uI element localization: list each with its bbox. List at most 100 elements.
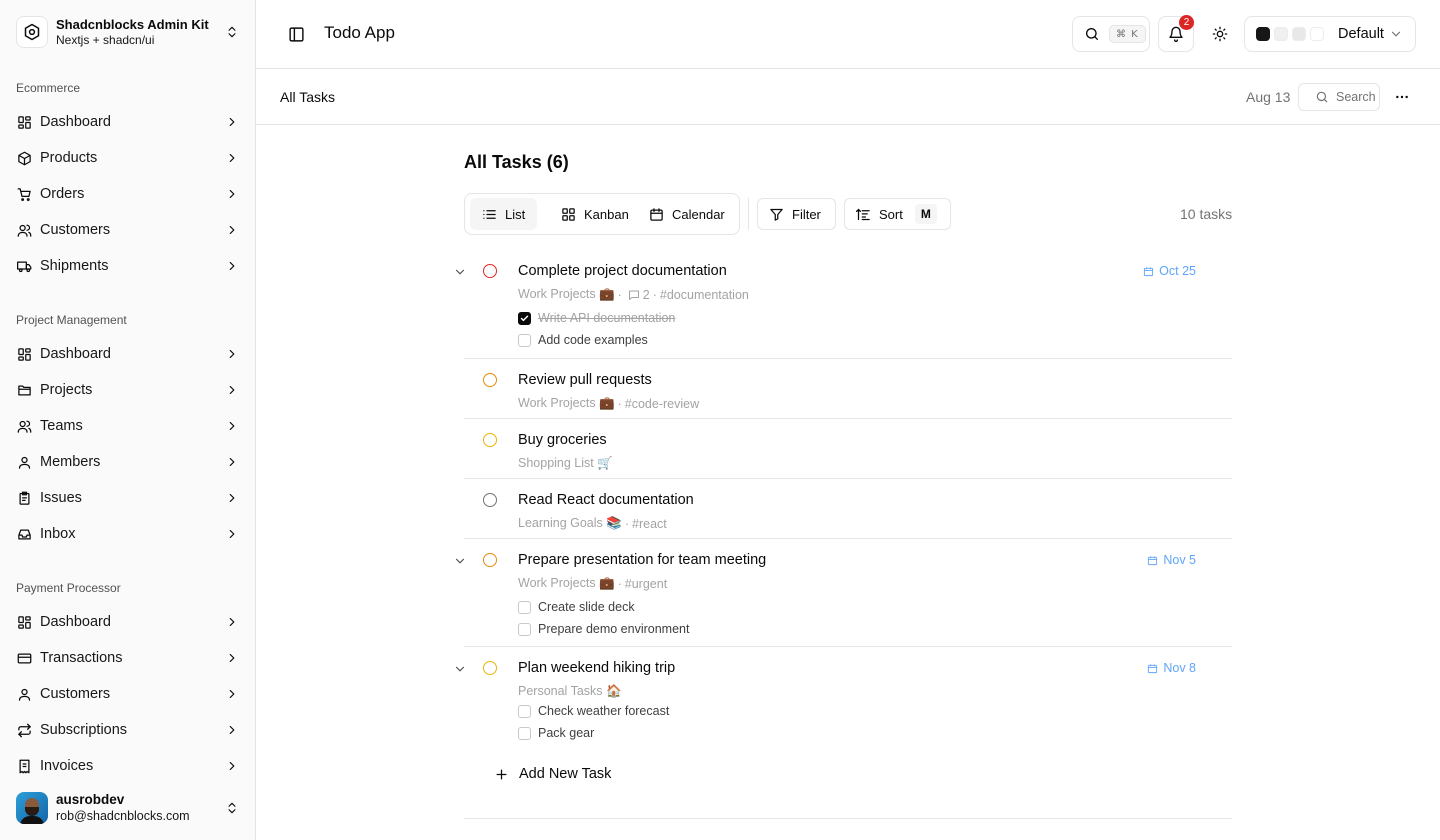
- sidebar-toggle-icon[interactable]: [284, 24, 308, 44]
- sidebar-item-pp-dashboard[interactable]: Dashboard: [8, 604, 248, 640]
- due-label: Oct 25: [1159, 264, 1196, 278]
- more-options-icon[interactable]: [1390, 87, 1414, 107]
- chevron-down-icon[interactable]: [452, 661, 468, 677]
- sidebar-item-label: Invoices: [40, 758, 94, 774]
- sidebar-item-ecommerce-dashboard[interactable]: Dashboard: [8, 104, 248, 140]
- task-status-circle[interactable]: [483, 373, 497, 387]
- group-label: Payment Processor: [16, 581, 121, 595]
- subtask-item[interactable]: Create slide deck: [518, 599, 635, 615]
- notification-badge: 2: [1179, 15, 1194, 30]
- task-title: Complete project documentation: [518, 263, 727, 279]
- sidebar-item-customers[interactable]: Customers: [8, 212, 248, 248]
- sidebar-item-teams[interactable]: Teams: [8, 408, 248, 444]
- task-tag: #react: [632, 516, 667, 531]
- subtask-item[interactable]: Check weather forecast: [518, 703, 669, 719]
- task-row[interactable]: Plan weekend hiking trip Personal Tasks …: [455, 647, 1232, 747]
- sidebar-item-label: Issues: [40, 490, 82, 506]
- subtask-label: Add code examples: [538, 333, 648, 347]
- sidebar-item-issues[interactable]: Issues: [8, 480, 248, 516]
- task-status-circle[interactable]: [483, 553, 497, 567]
- tab-list[interactable]: List: [470, 198, 538, 230]
- sidebar-item-pm-dashboard[interactable]: Dashboard: [8, 336, 248, 372]
- subtask-checkbox[interactable]: [518, 704, 531, 718]
- calendar-icon: [1147, 555, 1158, 566]
- search-shortcut: ⌘ K: [1109, 25, 1146, 43]
- sidebar-item-label: Projects: [40, 382, 93, 398]
- sort-icon: [856, 207, 871, 222]
- task-status-circle[interactable]: [483, 264, 497, 278]
- subtask-item[interactable]: Prepare demo environment: [518, 621, 689, 637]
- task-project: Learning Goals 📚: [518, 516, 622, 530]
- task-row[interactable]: Buy groceries Shopping List 🛒: [464, 419, 1232, 479]
- chevron-right-icon: [224, 150, 240, 166]
- sidebar-item-subscriptions[interactable]: Subscriptions: [8, 712, 248, 748]
- sort-label: Sort: [879, 206, 903, 222]
- task-row[interactable]: Review pull requests Work Projects 💼 · #…: [464, 359, 1232, 419]
- task-meta: Work Projects 💼 · 2 · #documentation: [518, 287, 749, 302]
- task-status-circle[interactable]: [483, 433, 497, 447]
- chevron-down-icon[interactable]: [452, 553, 468, 569]
- subtask-label: Prepare demo environment: [538, 622, 690, 636]
- tab-calendar[interactable]: Calendar: [637, 198, 737, 230]
- sidebar-item-inbox[interactable]: Inbox: [8, 516, 248, 552]
- subtask-label: Pack gear: [538, 726, 595, 740]
- tab-label: List: [505, 206, 526, 222]
- sidebar-item-label: Transactions: [40, 650, 123, 666]
- subtask-item[interactable]: Pack gear: [518, 725, 594, 741]
- task-row[interactable]: Prepare presentation for team meeting Wo…: [455, 539, 1232, 647]
- task-due-date: Oct 25: [1143, 264, 1196, 278]
- subtask-label: Create slide deck: [538, 600, 635, 614]
- task-search-button[interactable]: Search: [1298, 83, 1380, 111]
- sidebar-item-transactions[interactable]: Transactions: [8, 640, 248, 676]
- theme-label: Default: [1338, 26, 1384, 42]
- subtask-checkbox[interactable]: [518, 600, 531, 614]
- sidebar-item-pp-customers[interactable]: Customers: [8, 676, 248, 712]
- subtask-item[interactable]: Add code examples: [518, 332, 648, 348]
- sidebar-item-products[interactable]: Products: [8, 140, 248, 176]
- receipt-icon: [16, 758, 32, 774]
- sidebar-item-orders[interactable]: Orders: [8, 176, 248, 212]
- filter-button[interactable]: Filter: [757, 198, 836, 230]
- task-row[interactable]: Read React documentation Learning Goals …: [464, 479, 1232, 539]
- subtask-checkbox[interactable]: [518, 622, 531, 636]
- user-menu[interactable]: ausrobdev rob@shadcnblocks.com: [8, 784, 248, 832]
- credit-card-icon: [16, 650, 32, 666]
- nav-group-payment-processor: Payment Processor Dashboard Transactions…: [8, 572, 248, 784]
- task-row[interactable]: Complete project documentation Work Proj…: [455, 250, 1232, 359]
- tab-kanban[interactable]: Kanban: [549, 198, 641, 230]
- chevron-right-icon: [224, 258, 240, 274]
- subtask-item[interactable]: Write API documentation: [518, 310, 675, 326]
- sidebar-item-projects[interactable]: Projects: [8, 372, 248, 408]
- task-tag: #urgent: [624, 576, 668, 591]
- sidebar-item-shipments[interactable]: Shipments: [8, 248, 248, 284]
- sidebar-item-members[interactable]: Members: [8, 444, 248, 480]
- settings-logo-icon: [16, 16, 48, 48]
- brand-title: Shadcnblocks Admin Kit: [56, 16, 209, 32]
- subtask-checkbox[interactable]: [518, 333, 531, 347]
- chevron-right-icon: [224, 114, 240, 130]
- task-count: 10 tasks: [1180, 206, 1233, 222]
- sidebar-item-label: Teams: [40, 418, 83, 434]
- sidebar-item-label: Dashboard: [40, 346, 111, 362]
- calendar-icon: [1143, 266, 1154, 277]
- chevron-right-icon: [224, 686, 240, 702]
- global-search-button[interactable]: ⌘ K: [1072, 16, 1150, 52]
- add-task-button[interactable]: Add New Task: [494, 764, 611, 784]
- subtask-checkbox[interactable]: [518, 726, 531, 740]
- task-status-circle[interactable]: [483, 493, 497, 507]
- team-switcher[interactable]: Shadcnblocks Admin Kit Nextjs + shadcn/u…: [8, 8, 248, 56]
- sidebar-item-invoices[interactable]: Invoices: [8, 748, 248, 784]
- theme-select[interactable]: Default: [1244, 16, 1416, 52]
- chevron-down-icon: [1388, 26, 1404, 42]
- task-title: Plan weekend hiking trip: [518, 660, 676, 676]
- task-project: Work Projects 💼: [518, 396, 615, 410]
- sort-button[interactable]: Sort M: [844, 198, 951, 230]
- sidebar-item-label: Shipments: [40, 258, 109, 274]
- chevron-down-icon[interactable]: [452, 264, 468, 280]
- brand-subtitle: Nextjs + shadcn/ui: [56, 32, 155, 47]
- nav-group-ecommerce: Ecommerce Dashboard Products Orders Cust…: [8, 72, 248, 284]
- task-project: Work Projects 💼: [518, 576, 615, 590]
- task-status-circle[interactable]: [483, 661, 497, 675]
- theme-toggle-button[interactable]: [1202, 16, 1238, 52]
- subtask-checkbox[interactable]: [518, 311, 531, 325]
